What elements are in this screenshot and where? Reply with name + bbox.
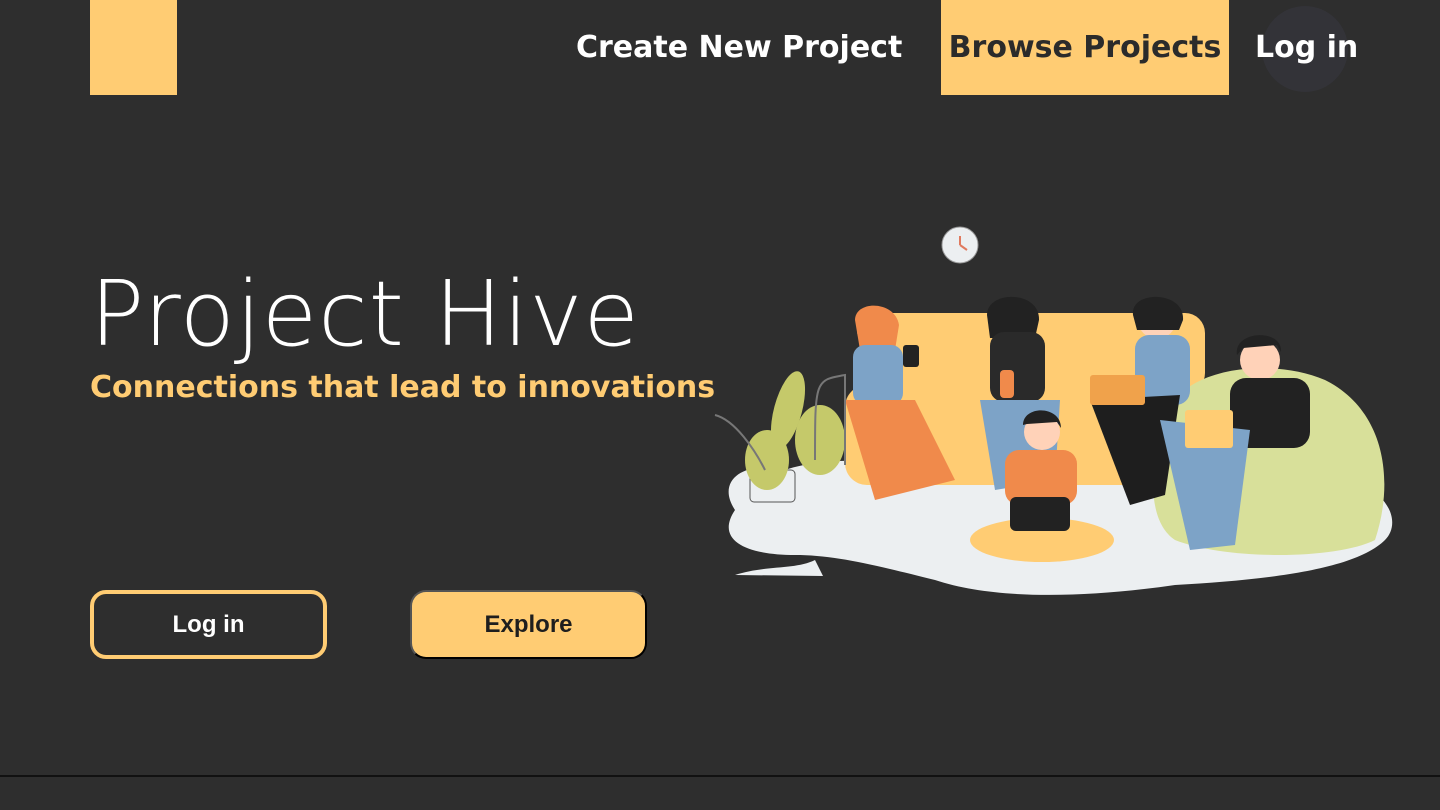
nav-create-project[interactable]: Create New Project (576, 0, 902, 95)
people-collaborating-illustration (714, 226, 1393, 595)
rug-piece (735, 560, 823, 576)
laptop (1185, 410, 1233, 448)
nav-browse-projects[interactable]: Browse Projects (941, 0, 1229, 95)
person-torso (1005, 450, 1077, 505)
laptop (1090, 375, 1145, 405)
plant-leaf (795, 405, 845, 475)
nav-login[interactable]: Log in (1255, 0, 1358, 95)
logo[interactable] (90, 0, 177, 95)
page-title: Project Hive (90, 262, 640, 367)
footer-divider (0, 775, 1440, 777)
tablet (1010, 497, 1070, 531)
person-torso (990, 332, 1045, 402)
explore-button[interactable]: Explore (410, 590, 647, 659)
login-button[interactable]: Log in (90, 590, 327, 659)
person-torso (853, 345, 903, 405)
page-subtitle: Connections that lead to innovations (90, 370, 716, 405)
